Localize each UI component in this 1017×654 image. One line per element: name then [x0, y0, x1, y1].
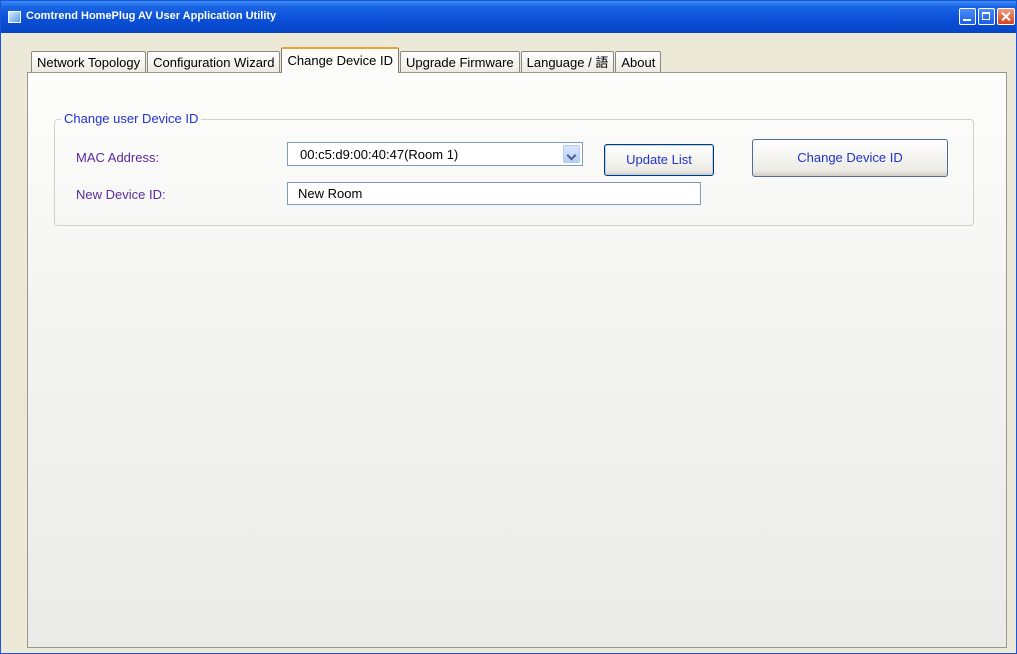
tab-network-topology[interactable]: Network Topology: [31, 51, 147, 73]
update-list-button[interactable]: Update List: [604, 144, 714, 176]
new-device-id-label: New Device ID:: [76, 187, 166, 202]
mac-address-value: 00:c5:d9:00:40:47(Room 1): [300, 147, 459, 162]
change-device-id-button[interactable]: Change Device ID: [752, 139, 948, 177]
mac-address-select[interactable]: 00:c5:d9:00:40:47(Room 1): [287, 142, 583, 166]
title-bar[interactable]: Comtrend HomePlug AV User Application Ut…: [1, 1, 1016, 33]
close-icon[interactable]: [997, 8, 1015, 25]
tab-upgrade-firmware[interactable]: Upgrade Firmware: [399, 51, 520, 73]
mac-address-label: MAC Address:: [76, 150, 160, 165]
maximize-icon[interactable]: [978, 8, 995, 25]
app-icon: [8, 11, 21, 23]
tab-change-device-id[interactable]: Change Device ID: [281, 47, 399, 73]
chevron-down-icon[interactable]: [563, 145, 580, 163]
tab-strip: Network Topology Configuration Wizard Ch…: [31, 47, 662, 73]
new-device-id-value: New Room: [298, 186, 363, 201]
window-title: Comtrend HomePlug AV User Application Ut…: [26, 10, 277, 22]
tab-panel: Change user Device ID MAC Address: 00:c5…: [27, 72, 1007, 648]
tab-configuration-wizard[interactable]: Configuration Wizard: [147, 51, 281, 73]
tab-language[interactable]: Language / 語: [520, 51, 615, 73]
minimize-icon[interactable]: [959, 8, 976, 25]
tab-about[interactable]: About: [615, 51, 662, 73]
new-device-id-input[interactable]: New Room: [287, 182, 701, 205]
group-title: Change user Device ID: [61, 111, 202, 126]
app-window: Comtrend HomePlug AV User Application Ut…: [0, 0, 1017, 654]
